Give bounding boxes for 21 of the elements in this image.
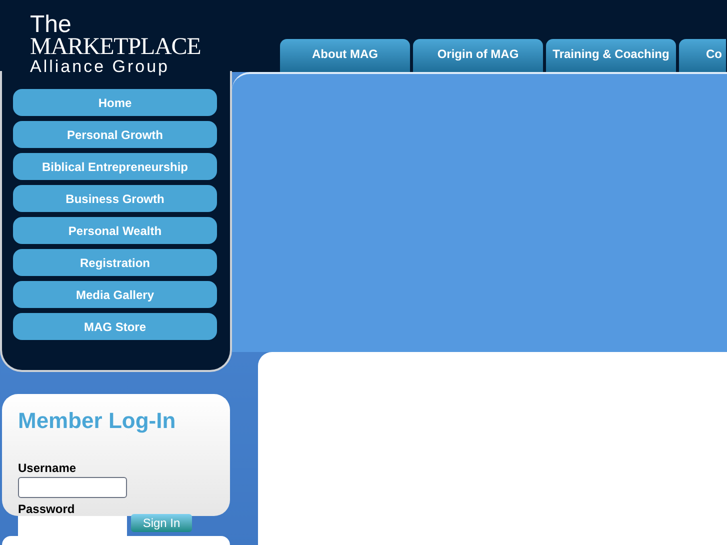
password-label: Password [18, 501, 76, 518]
logo-text: The [30, 14, 72, 36]
sidebar-item[interactable]: Personal Wealth [13, 217, 217, 244]
sidebar-item[interactable]: Biblical Entrepreneurship [13, 153, 217, 180]
nav-tab[interactable]: Co [679, 39, 726, 72]
sign-in-button[interactable]: Sign In [131, 514, 192, 532]
sidebar-item[interactable]: Business Growth [13, 185, 217, 212]
sidebar-item[interactable]: MAG Store [13, 313, 217, 340]
nav-tab[interactable]: Origin of MAG [413, 39, 543, 72]
login-title: Member Log-In [18, 407, 177, 435]
nav-tab[interactable]: Training & Coaching [546, 39, 676, 72]
username-field[interactable] [18, 477, 127, 498]
sidebar-item[interactable]: Home [13, 89, 217, 116]
password-field[interactable] [18, 516, 127, 536]
sidebar-item[interactable]: Media Gallery [13, 281, 217, 308]
nav-tab[interactable]: About MAG [280, 39, 410, 72]
sidebar-item[interactable]: Registration [13, 249, 217, 276]
logo-text: MARKETPLACE [30, 36, 202, 58]
logo-text: Alliance Group [30, 58, 171, 76]
username-label: Username [18, 460, 78, 477]
sidebar-item[interactable]: Personal Growth [13, 121, 217, 148]
